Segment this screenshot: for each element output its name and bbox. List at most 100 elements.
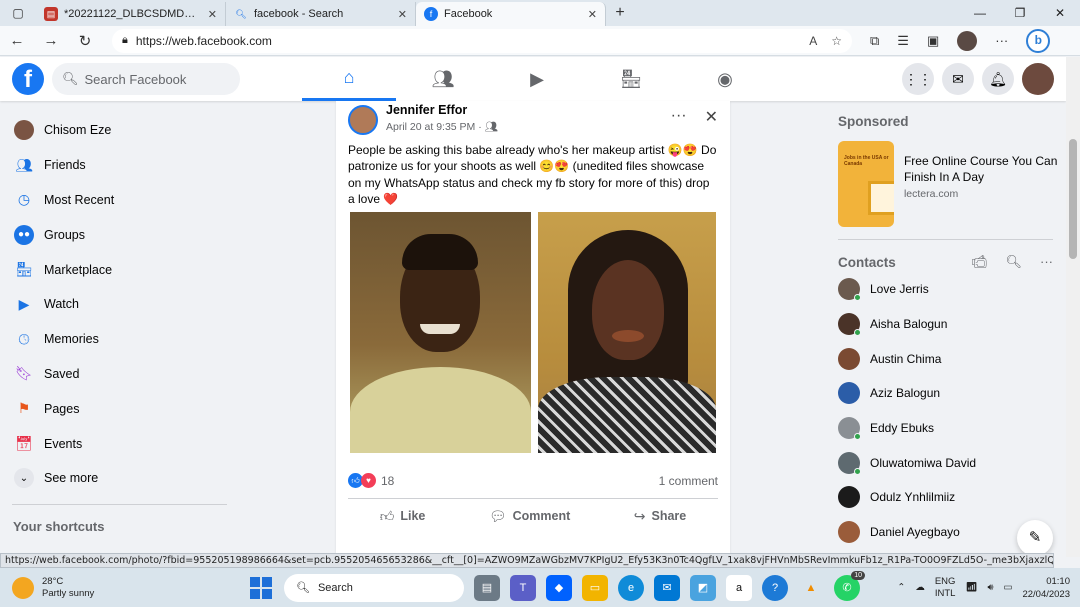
sidebar-item-pages[interactable]: ⚑ Pages	[0, 391, 235, 426]
contact-item[interactable]: Love Jerris	[838, 272, 1058, 307]
contact-item[interactable]: Austin Chima	[838, 341, 1058, 376]
new-message-icon[interactable]: ✎	[1017, 520, 1053, 556]
sidebar-item-memories[interactable]: 🕓︎ Memories	[0, 322, 235, 357]
contact-item[interactable]: Oluwatomiwa David	[838, 445, 1058, 480]
bing-icon[interactable]: b	[1026, 28, 1051, 53]
search-contacts-icon[interactable]: 🔍︎	[1005, 254, 1022, 270]
photo-after[interactable]	[537, 212, 716, 453]
menu-grid-icon[interactable]: ⋮⋮	[902, 63, 934, 95]
favorite-star-icon[interactable]: ☆	[831, 34, 842, 48]
groups-nav-icon[interactable]: ◉	[678, 57, 772, 101]
minimize-icon[interactable]: —	[960, 0, 1000, 26]
favorites-icon[interactable]: ☰	[897, 33, 909, 49]
refresh-button[interactable]: ↻	[68, 32, 102, 50]
reaction-count: 18	[381, 473, 395, 488]
contact-item[interactable]: Aisha Balogun	[838, 307, 1058, 342]
sidebar-item-most-recent[interactable]: ◷ Most Recent	[0, 183, 235, 218]
contact-item[interactable]: Aziz Balogun	[838, 376, 1058, 411]
messenger-icon[interactable]: ✉	[942, 63, 974, 95]
close-window-icon[interactable]: ✕	[1040, 0, 1080, 26]
read-aloud-icon[interactable]: A	[809, 34, 817, 48]
profile-avatar[interactable]	[957, 30, 978, 51]
video-call-icon[interactable]: 📹︎	[971, 254, 988, 270]
close-tab-icon[interactable]: ✕	[208, 8, 217, 21]
sidebar-item-events[interactable]: 📅︎ Events	[0, 426, 235, 461]
back-button[interactable]: ←	[0, 32, 34, 49]
battery-icon[interactable]: ▭	[1003, 582, 1012, 593]
dropbox-icon[interactable]: ◆	[546, 574, 572, 601]
sidebar-item-groups[interactable]: ●● Groups	[0, 217, 235, 252]
watch-nav-icon[interactable]: ▶	[490, 57, 584, 101]
help-icon[interactable]: ?	[762, 574, 788, 601]
contact-name: Odulz Ynhlilmiiz	[870, 490, 956, 505]
browser-tab-facebook[interactable]: f Facebook ✕	[416, 2, 606, 26]
scrollbar-thumb[interactable]	[1069, 139, 1077, 259]
vlc-icon[interactable]: ▲	[798, 575, 824, 601]
sidebar-item-friends[interactable]: 👥︎ Friends	[0, 148, 235, 183]
sidebar-item-watch[interactable]: ▶ Watch	[0, 287, 235, 322]
comment-count[interactable]: 1 comment	[659, 474, 718, 488]
wifi-icon[interactable]: 📶︎	[965, 582, 977, 593]
windows-start-icon[interactable]	[250, 576, 272, 599]
amazon-icon[interactable]: a	[726, 574, 752, 601]
account-avatar[interactable]	[1022, 63, 1054, 95]
clock[interactable]: 01:10 22/04/2023	[1022, 575, 1070, 601]
more-menu-icon[interactable]: ···	[995, 33, 1008, 48]
url-field[interactable]: 🔒︎ https://web.facebook.com A ☆	[112, 28, 852, 53]
close-tab-icon[interactable]: ✕	[398, 8, 407, 21]
sidebar-item-saved[interactable]: 🔖︎ Saved	[0, 357, 235, 392]
tab-actions-icon[interactable]: ▢	[0, 0, 36, 26]
share-button[interactable]: ↪ Share	[634, 508, 686, 525]
lock-icon[interactable]: 🔒︎	[122, 34, 128, 47]
post-time[interactable]: April 20 at 9:35 PM · 👥︎	[386, 120, 498, 133]
folder-icon[interactable]: ▭	[582, 574, 608, 601]
new-tab-button[interactable]: +	[606, 2, 634, 26]
weather-widget[interactable]: 28°C Partly sunny	[0, 576, 240, 600]
sponsored-ad[interactable]: Jobs in the USA or Canada Free Online Co…	[838, 141, 1058, 227]
post-options-icon[interactable]: ···	[671, 107, 687, 127]
photo-before[interactable]	[350, 212, 531, 453]
comment-button[interactable]: 💬︎ Comment	[489, 508, 570, 525]
author-avatar[interactable]	[348, 105, 378, 135]
extensions-icon[interactable]: ⧉	[870, 33, 879, 49]
facebook-icon: f	[424, 7, 438, 21]
sidebar-item-see-more[interactable]: ⌄ See more	[0, 461, 235, 496]
close-post-icon[interactable]: ✕	[705, 107, 718, 127]
volume-icon[interactable]: 🔊︎	[987, 582, 993, 593]
browser-tab-search[interactable]: 🔍︎ facebook - Search ✕	[226, 2, 416, 26]
show-hidden-icons[interactable]: ⌃	[897, 582, 905, 593]
marketplace-nav-icon[interactable]: 🏪︎	[584, 57, 678, 101]
home-icon[interactable]: ⌂	[302, 57, 396, 101]
sidebar-item-marketplace[interactable]: 🏪︎ Marketplace	[0, 252, 235, 287]
whatsapp-icon[interactable]: ✆ 10	[834, 570, 865, 601]
mail-icon[interactable]: ✉	[654, 574, 680, 601]
sidebar-item-profile[interactable]: Chisom Eze	[0, 113, 235, 148]
search-input[interactable]: 🔍︎ Search Facebook	[52, 63, 240, 95]
page-scrollbar[interactable]	[1066, 57, 1080, 557]
store-app-icon[interactable]: ◩	[690, 574, 716, 601]
browser-tab-pdf[interactable]: ▤ *20221122_DLBCSDMDS01_Cou ✕	[36, 2, 226, 26]
like-button[interactable]: 👍︎ Like	[380, 508, 426, 525]
collections-icon[interactable]: ▣	[927, 33, 939, 49]
facebook-logo[interactable]: f	[12, 63, 44, 95]
contacts-options-icon[interactable]: ···	[1040, 254, 1053, 270]
file-explorer-app-icon[interactable]: ▤	[474, 574, 500, 601]
maximize-icon[interactable]: ❐	[1000, 0, 1040, 26]
edge-icon[interactable]: e	[618, 574, 644, 601]
author-name[interactable]: Jennifer Effor	[386, 103, 498, 117]
close-tab-icon[interactable]: ✕	[588, 8, 597, 21]
contact-name: Love Jerris	[870, 282, 929, 297]
language-indicator[interactable]: ENG INTL	[935, 576, 956, 600]
contact-item[interactable]: Eddy Ebuks	[838, 411, 1058, 446]
contact-avatar	[838, 382, 860, 405]
contact-avatar	[838, 313, 861, 337]
notifications-icon[interactable]: 🔔︎	[982, 63, 1014, 95]
friends-nav-icon[interactable]: 👥︎	[396, 57, 490, 101]
teams-icon[interactable]: T	[510, 574, 536, 601]
reaction-summary[interactable]: 👍︎ ♥ 18 1 comment	[336, 473, 730, 488]
facebook-header: f 🔍︎ Search Facebook ⌂ 👥︎ ▶ 🏪︎ ◉ ⋮⋮ ✉ 🔔︎	[0, 57, 1066, 101]
forward-button[interactable]: →	[34, 32, 68, 49]
taskbar-search[interactable]: 🔍︎ Search	[284, 573, 464, 602]
cloud-icon[interactable]: ☁	[915, 582, 925, 593]
contact-item[interactable]: Odulz Ynhlilmiiz	[838, 480, 1058, 515]
